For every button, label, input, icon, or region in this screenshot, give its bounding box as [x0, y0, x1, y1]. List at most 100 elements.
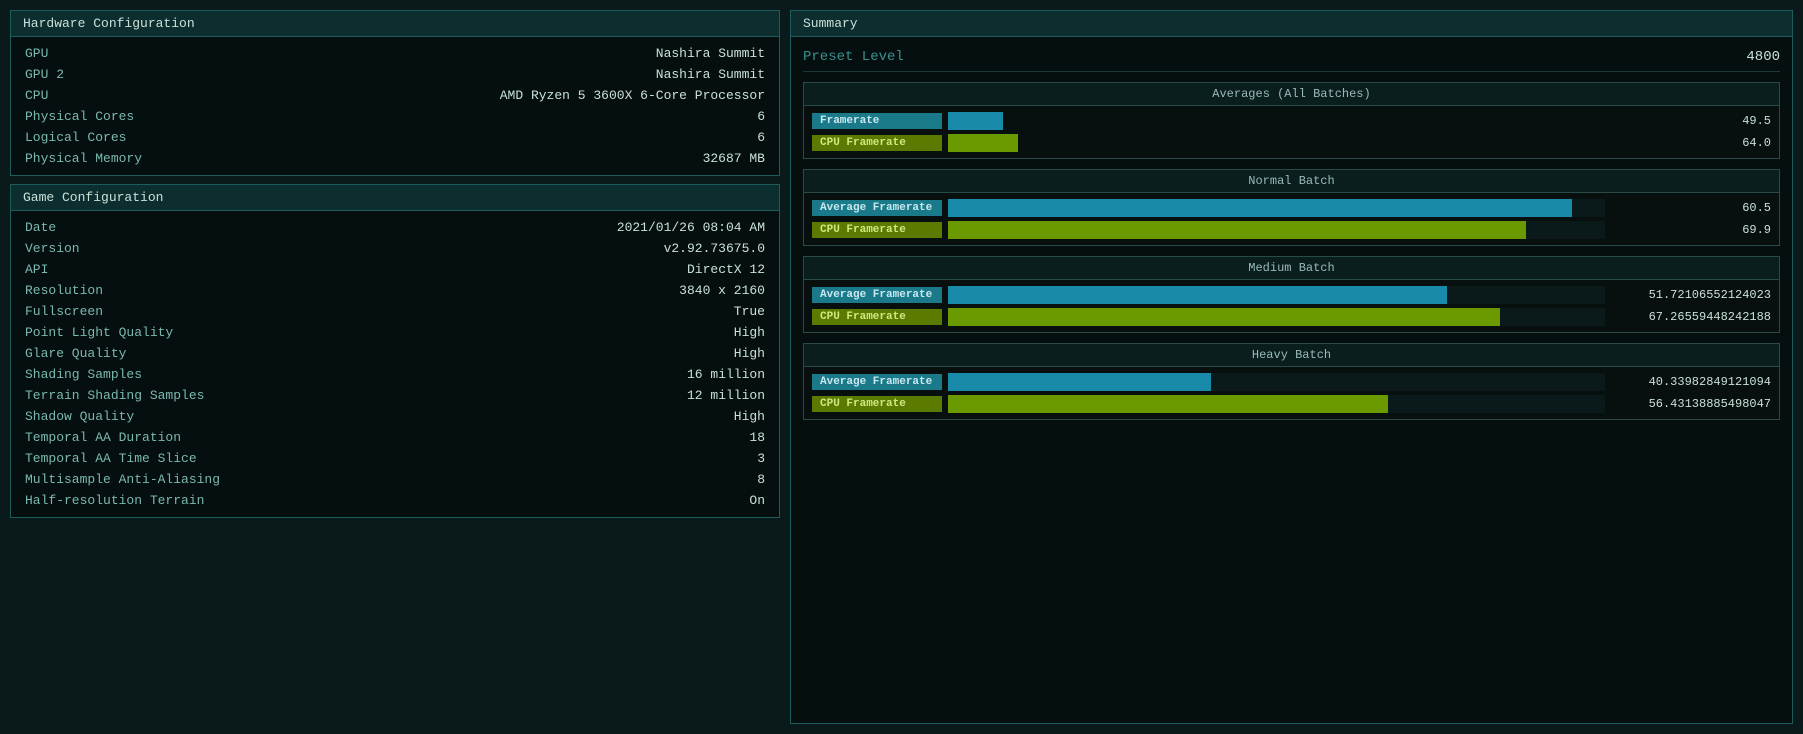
avg-row-cpu: CPU Framerate 64.0 [812, 134, 1771, 152]
summary-panel: Summary Preset Level 4800 Averages (All … [790, 10, 1793, 724]
hw-row-gpu: GPU Nashira Summit [11, 43, 779, 64]
heavy-cpu-value: 56.43138885498047 [1611, 397, 1771, 411]
avg-value-framerate: 49.5 [1721, 114, 1771, 128]
averages-section: Averages (All Batches) Framerate 49.5 CP… [803, 82, 1780, 159]
hw-value-physcores: 6 [757, 109, 765, 124]
medium-avg-row: Average Framerate 51.72106552124023 [812, 286, 1771, 304]
summary-header: Summary [791, 11, 1792, 37]
normal-avg-row: Average Framerate 60.5 [812, 199, 1771, 217]
game-value-version: v2.92.73675.0 [664, 241, 765, 256]
game-value-api: DirectX 12 [687, 262, 765, 277]
medium-avg-bar-fill [948, 286, 1447, 304]
hw-row-cpu: CPU AMD Ryzen 5 3600X 6-Core Processor [11, 85, 779, 106]
game-value-msaa: 8 [757, 472, 765, 487]
heavy-avg-value: 40.33982849121094 [1611, 375, 1771, 389]
normal-avg-bar [948, 199, 1605, 217]
hw-label-logcores: Logical Cores [25, 130, 126, 145]
hw-value-physmem: 32687 MB [703, 151, 765, 166]
game-content: Date 2021/01/26 08:04 AM Version v2.92.7… [11, 211, 779, 517]
game-value-taaduration: 18 [749, 430, 765, 445]
game-label-shading: Shading Samples [25, 367, 142, 382]
hw-row-gpu2: GPU 2 Nashira Summit [11, 64, 779, 85]
game-label-halfres: Half-resolution Terrain [25, 493, 204, 508]
game-row-api: API DirectX 12 [11, 259, 779, 280]
game-header: Game Configuration [11, 185, 779, 211]
game-label-pointlight: Point Light Quality [25, 325, 173, 340]
medium-avg-value: 51.72106552124023 [1611, 288, 1771, 302]
avg-label-framerate: Framerate [812, 113, 942, 129]
averages-header: Averages (All Batches) [804, 83, 1779, 106]
game-row-version: Version v2.92.73675.0 [11, 238, 779, 259]
game-row-resolution: Resolution 3840 x 2160 [11, 280, 779, 301]
left-panel: Hardware Configuration GPU Nashira Summi… [10, 10, 780, 724]
heavy-avg-bar-fill [948, 373, 1211, 391]
preset-row: Preset Level 4800 [803, 45, 1780, 72]
game-label-taaduration: Temporal AA Duration [25, 430, 181, 445]
game-row-date: Date 2021/01/26 08:04 AM [11, 217, 779, 238]
game-value-halfres: On [749, 493, 765, 508]
game-label-version: Version [25, 241, 80, 256]
normal-avg-bar-fill [948, 199, 1572, 217]
game-value-shading: 16 million [687, 367, 765, 382]
medium-avg-bar [948, 286, 1605, 304]
heavy-avg-bar [948, 373, 1605, 391]
right-panel: Summary Preset Level 4800 Averages (All … [790, 10, 1793, 724]
summary-title: Summary [803, 16, 858, 31]
hw-label-cpu: CPU [25, 88, 48, 103]
game-title: Game Configuration [23, 190, 163, 205]
game-value-terrainshading: 12 million [687, 388, 765, 403]
hw-row-logcores: Logical Cores 6 [11, 127, 779, 148]
game-row-halfres: Half-resolution Terrain On [11, 490, 779, 511]
medium-batch-section: Medium Batch Average Framerate 51.721065… [803, 256, 1780, 333]
heavy-avg-row: Average Framerate 40.33982849121094 [812, 373, 1771, 391]
summary-content: Preset Level 4800 Averages (All Batches)… [791, 37, 1792, 723]
hw-value-logcores: 6 [757, 130, 765, 145]
game-value-fullscreen: True [734, 304, 765, 319]
avg-row-framerate: Framerate 49.5 [812, 112, 1771, 130]
game-label-resolution: Resolution [25, 283, 103, 298]
normal-cpu-row: CPU Framerate 69.9 [812, 221, 1771, 239]
avg-label-cpu-framerate: CPU Framerate [812, 135, 942, 151]
main-container: Hardware Configuration GPU Nashira Summi… [10, 10, 1793, 724]
heavy-batch-content: Average Framerate 40.33982849121094 CPU … [804, 367, 1779, 419]
game-value-resolution: 3840 x 2160 [679, 283, 765, 298]
game-label-fullscreen: Fullscreen [25, 304, 103, 319]
hw-label-physmem: Physical Memory [25, 151, 142, 166]
game-row-shadow: Shadow Quality High [11, 406, 779, 427]
avg-bar-cpu [948, 134, 1715, 152]
preset-label: Preset Level [803, 49, 904, 65]
game-value-taatimeslice: 3 [757, 451, 765, 466]
medium-avg-label: Average Framerate [812, 287, 942, 303]
normal-cpu-value: 69.9 [1611, 223, 1771, 237]
game-row-glare: Glare Quality High [11, 343, 779, 364]
game-row-shading: Shading Samples 16 million [11, 364, 779, 385]
game-label-shadow: Shadow Quality [25, 409, 134, 424]
game-value-glare: High [734, 346, 765, 361]
heavy-cpu-row: CPU Framerate 56.43138885498047 [812, 395, 1771, 413]
hardware-header: Hardware Configuration [11, 11, 779, 37]
medium-cpu-value: 67.26559448242188 [1611, 310, 1771, 324]
game-row-msaa: Multisample Anti-Aliasing 8 [11, 469, 779, 490]
hw-value-cpu: AMD Ryzen 5 3600X 6-Core Processor [500, 88, 765, 103]
heavy-avg-label: Average Framerate [812, 374, 942, 390]
normal-batch-header: Normal Batch [804, 170, 1779, 193]
hardware-section: Hardware Configuration GPU Nashira Summi… [10, 10, 780, 176]
medium-cpu-bar-fill [948, 308, 1500, 326]
medium-batch-header: Medium Batch [804, 257, 1779, 280]
hw-row-physmem: Physical Memory 32687 MB [11, 148, 779, 169]
game-row-fullscreen: Fullscreen True [11, 301, 779, 322]
normal-avg-label: Average Framerate [812, 200, 942, 216]
game-label-msaa: Multisample Anti-Aliasing [25, 472, 220, 487]
medium-cpu-label: CPU Framerate [812, 309, 942, 325]
hw-label-physcores: Physical Cores [25, 109, 134, 124]
avg-bar-framerate [948, 112, 1715, 130]
game-value-date: 2021/01/26 08:04 AM [617, 220, 765, 235]
heavy-cpu-bar-fill [948, 395, 1388, 413]
game-row-taaduration: Temporal AA Duration 18 [11, 427, 779, 448]
medium-cpu-row: CPU Framerate 67.26559448242188 [812, 308, 1771, 326]
preset-value: 4800 [1746, 49, 1780, 65]
heavy-cpu-bar [948, 395, 1605, 413]
medium-batch-content: Average Framerate 51.72106552124023 CPU … [804, 280, 1779, 332]
hw-label-gpu2: GPU 2 [25, 67, 64, 82]
game-label-terrainshading: Terrain Shading Samples [25, 388, 204, 403]
